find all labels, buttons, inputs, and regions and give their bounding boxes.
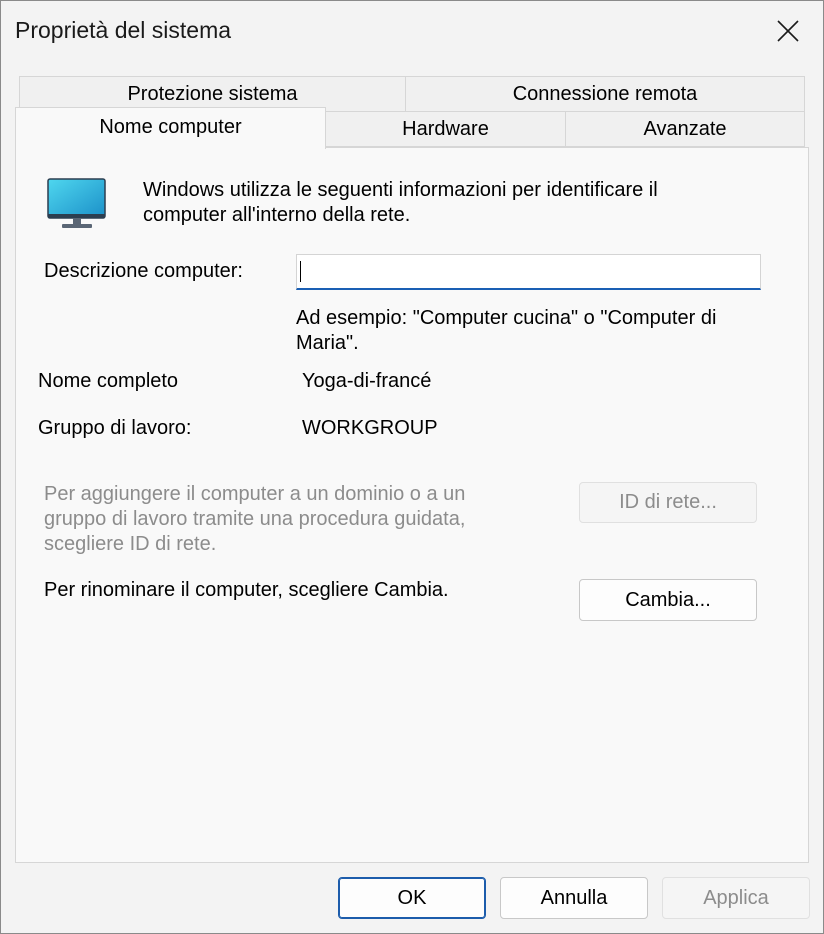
tab-label: Nome computer bbox=[99, 116, 242, 138]
workgroup-label: Gruppo di lavoro: bbox=[38, 417, 192, 439]
window-title: Proprietà del sistema bbox=[15, 17, 232, 43]
tab-label: Avanzate bbox=[643, 117, 727, 140]
domain-info-line1: Per aggiungere il computer a un dominio … bbox=[44, 483, 466, 505]
change-button[interactable]: Cambia... bbox=[579, 579, 757, 621]
domain-info-line3: scegliere ID di rete. bbox=[44, 533, 217, 555]
intro-text-line1: Windows utilizza le seguenti informazion… bbox=[143, 179, 658, 201]
tab-label: Connessione remota bbox=[512, 82, 698, 105]
tab-connessione-remota[interactable]: Connessione remota bbox=[405, 76, 805, 112]
tab-label: Protezione sistema bbox=[127, 82, 298, 105]
full-name-value: Yoga-di-francé bbox=[302, 370, 432, 392]
close-button[interactable] bbox=[753, 1, 823, 61]
rename-info-text: Per rinominare il computer, scegliere Ca… bbox=[44, 579, 449, 601]
workgroup-value: WORKGROUP bbox=[302, 417, 438, 439]
text-caret bbox=[300, 261, 301, 282]
title-bar: Proprietà del sistema bbox=[1, 1, 823, 61]
tab-nome-computer[interactable]: Nome computer bbox=[15, 107, 326, 149]
tab-label: Hardware bbox=[402, 117, 489, 140]
ok-button[interactable]: OK bbox=[338, 877, 486, 919]
close-icon bbox=[777, 20, 799, 42]
network-id-button[interactable]: ID di rete... bbox=[579, 482, 757, 523]
tab-hardware[interactable]: Hardware bbox=[325, 111, 566, 147]
description-label: Descrizione computer: bbox=[44, 260, 243, 282]
description-hint-line2: Maria". bbox=[296, 332, 359, 354]
domain-info-line2: gruppo di lavoro tramite una procedura g… bbox=[44, 508, 466, 530]
apply-button[interactable]: Applica bbox=[662, 877, 810, 919]
intro-text-line2: computer all'interno della rete. bbox=[143, 204, 411, 226]
cancel-button[interactable]: Annulla bbox=[500, 877, 648, 919]
monitor-icon bbox=[47, 178, 106, 228]
system-properties-dialog: Proprietà del sistema Protezione sistema… bbox=[0, 0, 824, 934]
description-hint-line1: Ad esempio: "Computer cucina" o "Compute… bbox=[296, 307, 717, 329]
full-name-label: Nome completo bbox=[38, 370, 179, 392]
description-input[interactable] bbox=[296, 254, 761, 290]
tab-avanzate[interactable]: Avanzate bbox=[565, 111, 805, 147]
